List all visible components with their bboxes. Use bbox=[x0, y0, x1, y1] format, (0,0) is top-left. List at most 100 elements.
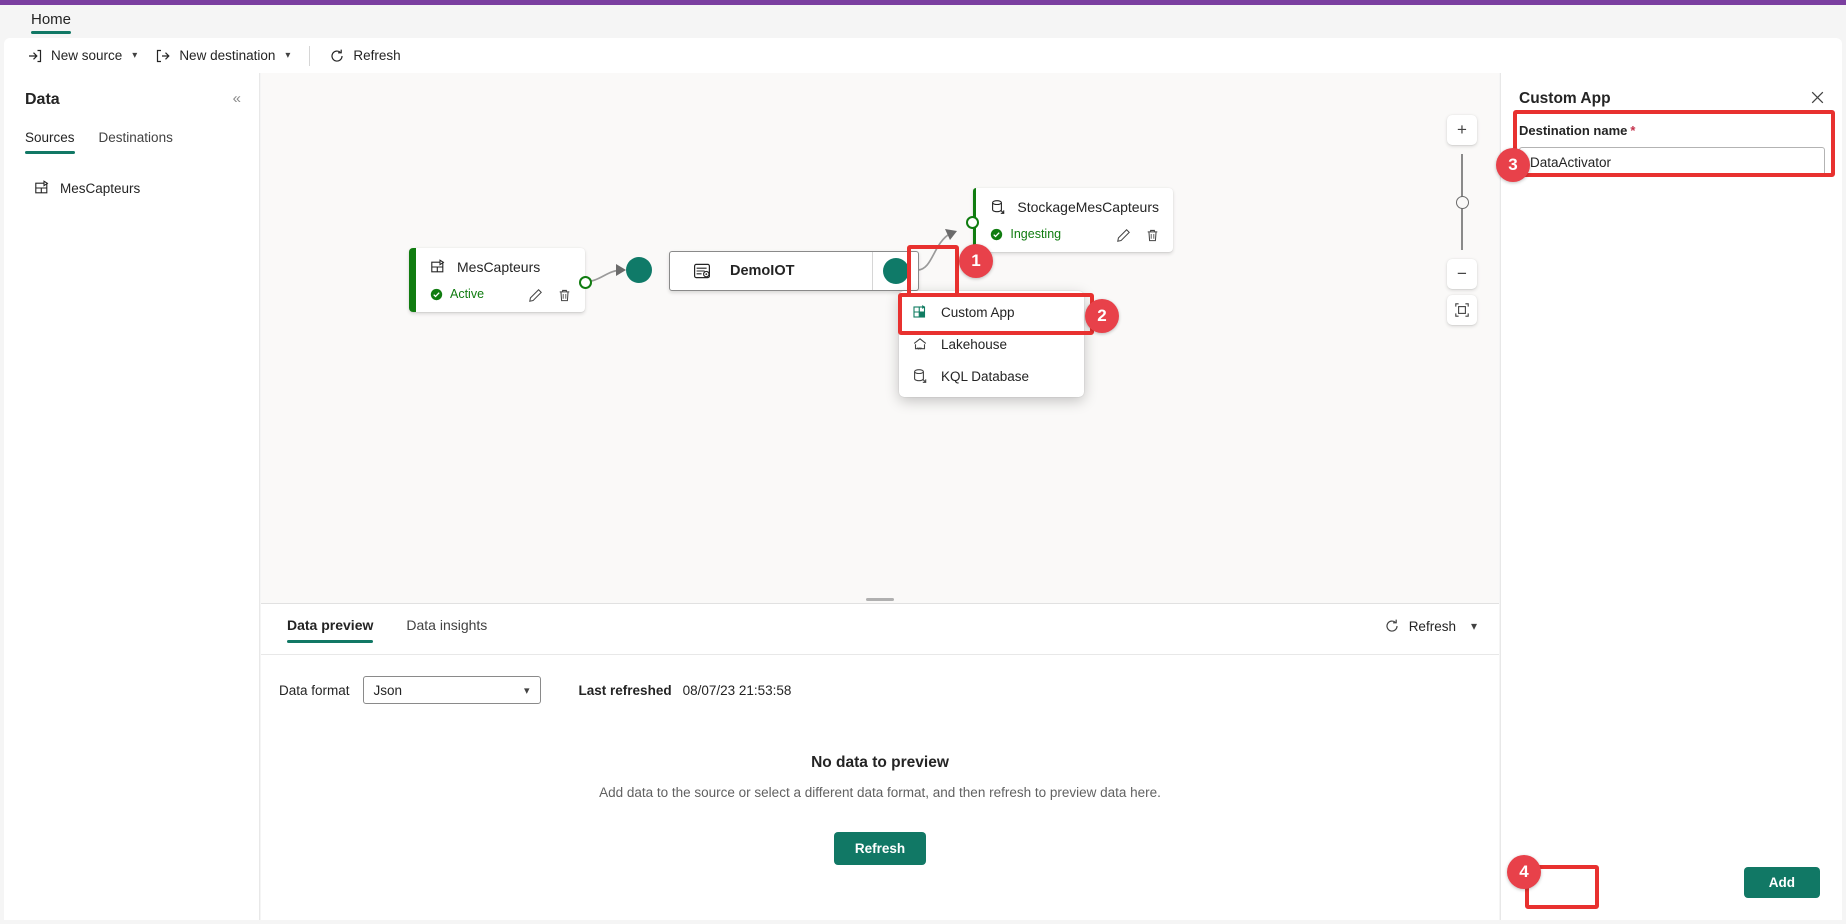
status-check-icon bbox=[990, 228, 1003, 241]
destination-name-label-text: Destination name bbox=[1519, 123, 1628, 138]
context-menu-kql-database[interactable]: KQL Database bbox=[899, 360, 1084, 392]
canvas-node-destination[interactable]: StockageMesCapteurs Ingesting bbox=[966, 188, 1173, 252]
command-bar: New source ▾ New destination ▾ Refresh bbox=[4, 38, 1842, 73]
tab-data-insights-label: Data insights bbox=[406, 617, 488, 633]
last-refreshed: Last refreshed 08/07/23 21:53:58 bbox=[579, 683, 792, 698]
fit-to-screen-button[interactable] bbox=[1447, 295, 1477, 325]
context-menu-kql-database-label: KQL Database bbox=[941, 368, 1030, 384]
destination-name-input[interactable] bbox=[1519, 147, 1825, 177]
canvas-node-source[interactable]: MesCapteurs Active bbox=[409, 248, 592, 312]
new-source-label: New source bbox=[51, 48, 123, 63]
chevron-down-icon[interactable]: ▾ bbox=[1471, 619, 1477, 633]
new-source-button[interactable]: New source ▾ bbox=[18, 42, 146, 70]
preview-refresh-label: Refresh bbox=[1408, 618, 1456, 634]
data-pane-title: Data bbox=[25, 91, 60, 108]
tab-home-underline bbox=[31, 31, 72, 34]
pencil-icon[interactable] bbox=[528, 288, 543, 303]
custom-app-properties-panel: Custom App Destination name* Add bbox=[1500, 73, 1842, 920]
node-title: MesCapteurs bbox=[430, 259, 571, 275]
node-title-label: MesCapteurs bbox=[457, 259, 541, 275]
empty-state-subtitle: Add data to the source or select a diffe… bbox=[599, 785, 1161, 800]
tab-data-preview[interactable]: Data preview bbox=[287, 617, 374, 643]
preview-refresh-button[interactable]: Refresh ▾ bbox=[1384, 618, 1477, 634]
zoom-slider-knob[interactable] bbox=[1455, 196, 1469, 209]
zoom-in-button[interactable]: + bbox=[1447, 115, 1477, 145]
node-status-label: Ingesting bbox=[1010, 227, 1062, 241]
annotation-badge-2: 2 bbox=[1085, 299, 1119, 333]
plus-icon-vertical bbox=[901, 265, 903, 278]
eventstream-canvas[interactable]: MesCapteurs Active DemoIOT StockageMesCa… bbox=[261, 73, 1499, 595]
canvas-connectors bbox=[582, 229, 957, 283]
insert-node-button[interactable] bbox=[626, 257, 652, 283]
stream-node-add-button[interactable] bbox=[882, 258, 909, 284]
tab-destinations[interactable]: Destinations bbox=[99, 130, 173, 154]
panel-title: Custom App bbox=[1519, 90, 1611, 107]
pencil-icon[interactable] bbox=[1116, 228, 1131, 243]
panel-footer: Add bbox=[1743, 867, 1820, 898]
stream-node-add-cell bbox=[872, 252, 918, 290]
node-body: StockageMesCapteurs Ingesting bbox=[976, 188, 1173, 252]
destination-name-label: Destination name * bbox=[1519, 123, 1825, 138]
sidebar-item-label: MesCapteurs bbox=[60, 180, 141, 196]
canvas-node-stream[interactable]: DemoIOT bbox=[669, 251, 919, 291]
preview-divider bbox=[261, 654, 1499, 655]
node-actions bbox=[528, 288, 572, 303]
new-destination-button[interactable]: New destination ▾ bbox=[146, 42, 299, 70]
stream-node-title: DemoIOT bbox=[670, 261, 794, 281]
context-menu-lakehouse-label: Lakehouse bbox=[941, 336, 1008, 352]
plus-icon bbox=[631, 269, 644, 271]
plus-icon bbox=[888, 270, 901, 272]
required-marker: * bbox=[1630, 123, 1636, 138]
panel-splitter[interactable] bbox=[261, 595, 1499, 603]
lakehouse-icon bbox=[912, 336, 928, 352]
data-pane: Data « Sources Destinations MesCapteurs bbox=[4, 73, 260, 920]
node-body: MesCapteurs Active bbox=[416, 248, 585, 312]
add-button[interactable]: Add bbox=[1743, 867, 1820, 898]
chevron-down-icon: ▾ bbox=[524, 684, 530, 697]
eventstream-node-icon bbox=[692, 261, 712, 281]
node-status-stripe bbox=[409, 248, 416, 312]
data-format-value: Json bbox=[373, 682, 403, 698]
kql-database-icon bbox=[990, 199, 1006, 215]
zoom-slider[interactable] bbox=[1447, 154, 1477, 250]
node-input-port[interactable] bbox=[966, 216, 979, 229]
node-title-label: StockageMesCapteurs bbox=[1017, 199, 1159, 215]
main-area: Data « Sources Destinations MesCapteurs … bbox=[4, 73, 1842, 920]
plus-icon-vertical bbox=[644, 264, 646, 277]
empty-state-refresh-button[interactable]: Refresh bbox=[833, 832, 927, 865]
new-source-icon bbox=[27, 48, 43, 64]
tab-sources[interactable]: Sources bbox=[25, 130, 75, 154]
trash-icon[interactable] bbox=[1145, 228, 1160, 243]
tab-data-insights[interactable]: Data insights bbox=[406, 617, 487, 643]
data-format-select[interactable]: Json ▾ bbox=[362, 676, 541, 704]
eventstream-editor-window: Home New source ▾ New destination ▾ Refr… bbox=[0, 0, 1846, 924]
tab-data-preview-label: Data preview bbox=[287, 617, 374, 633]
status-check-icon bbox=[430, 288, 443, 301]
minus-icon: − bbox=[1457, 264, 1467, 283]
plus-icon: + bbox=[1457, 120, 1467, 139]
context-menu-custom-app[interactable]: Custom App bbox=[899, 296, 1084, 328]
tab-home-label: Home bbox=[31, 11, 72, 28]
zoom-out-button[interactable]: − bbox=[1447, 259, 1477, 289]
node-output-port[interactable] bbox=[579, 276, 592, 289]
tab-home[interactable]: Home bbox=[23, 8, 79, 34]
eventstream-icon bbox=[430, 259, 446, 275]
preview-empty-state: No data to preview Add data to the sourc… bbox=[261, 754, 1499, 865]
node-title: StockageMesCapteurs bbox=[990, 199, 1159, 215]
context-menu-lakehouse[interactable]: Lakehouse bbox=[899, 328, 1084, 360]
close-icon[interactable] bbox=[1809, 89, 1826, 106]
refresh-button[interactable]: Refresh bbox=[320, 42, 409, 70]
add-destination-menu: Custom App Lakehouse KQL Database bbox=[899, 291, 1084, 397]
data-format-label: Data format bbox=[279, 682, 350, 698]
empty-state-title: No data to preview bbox=[811, 754, 949, 771]
preview-controls: Data format Json ▾ Last refreshed 08/07/… bbox=[279, 676, 791, 704]
collapse-pane-button[interactable]: « bbox=[233, 91, 241, 106]
splitter-grip[interactable] bbox=[866, 597, 894, 601]
data-pane-tabs: Sources Destinations bbox=[25, 130, 173, 154]
trash-icon[interactable] bbox=[557, 288, 572, 303]
annotation-badge-3: 3 bbox=[1496, 148, 1530, 182]
eventstream-icon bbox=[34, 180, 50, 196]
sidebar-item-mescapteurs[interactable]: MesCapteurs bbox=[28, 176, 146, 200]
data-preview-panel: Data preview Data insights Refresh ▾ Dat… bbox=[261, 603, 1499, 920]
tab-destinations-label: Destinations bbox=[98, 130, 173, 145]
